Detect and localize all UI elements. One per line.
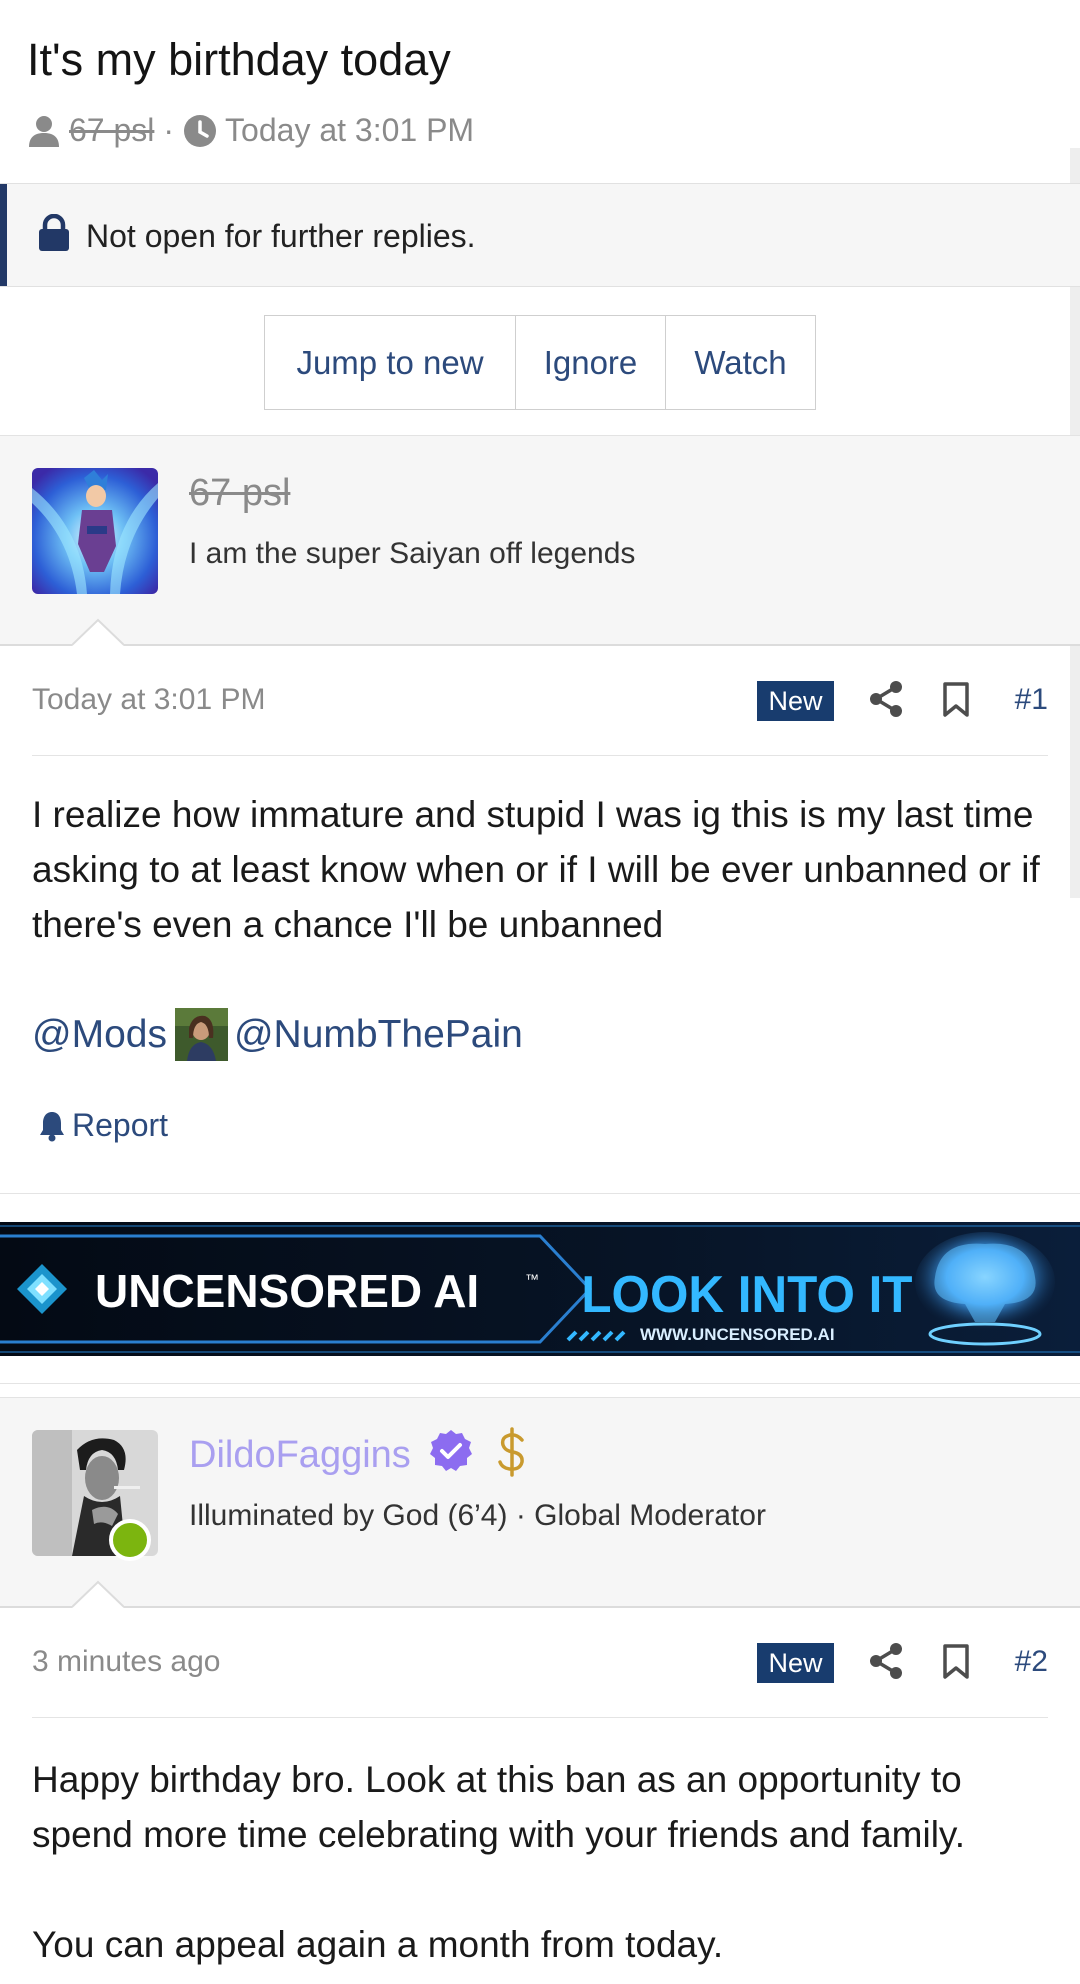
thread-meta: 67 psl · Today at 3:01 PM [27, 112, 474, 149]
report-label: Report [72, 1107, 169, 1143]
post-1-notch [72, 618, 124, 646]
ad-url-text: WWW.UNCENSORED.AI [640, 1325, 835, 1344]
post-2-number[interactable]: #2 [1015, 1645, 1048, 1679]
mention-numbthepain[interactable]: @NumbThePain [234, 1013, 523, 1057]
clock-icon [184, 114, 217, 147]
bookmark-icon[interactable] [942, 1644, 970, 1680]
post-1-username[interactable]: 67 psl [189, 472, 290, 515]
post-1-number[interactable]: #1 [1015, 683, 1048, 717]
post-2-paragraph: You can appeal again a month from today. [32, 1924, 724, 1965]
post-2-user-info: DildoFaggins Illuminated by God (6’4) · … [0, 1397, 1080, 1608]
post-1-user-title: I am the super Saiyan off legends [189, 537, 636, 570]
ad-brand-text: UNCENSORED AI [95, 1265, 479, 1317]
post-1-user-info: 67 psl I am the super Saiyan off legends [0, 435, 1080, 646]
thread-date[interactable]: Today at 3:01 PM [225, 112, 474, 149]
post-2-user-title: Illuminated by God (6’4) · Global Modera… [189, 1499, 766, 1532]
post-2-body: Happy birthday bro. Look at this ban as … [32, 1752, 1042, 1972]
jump-to-new-button[interactable]: Jump to new [265, 316, 516, 409]
report-link[interactable]: Report [38, 1107, 168, 1144]
share-icon[interactable] [868, 1642, 904, 1680]
locked-notice-accent [0, 184, 7, 286]
post-1-paragraph: I realize how immature and stupid I was … [32, 794, 1040, 945]
lock-icon [39, 214, 69, 251]
user-icon [29, 115, 59, 147]
bookmark-icon[interactable] [942, 682, 970, 718]
post-2-meta-divider [32, 1717, 1048, 1718]
thread-action-buttons: Jump to new Ignore Watch [264, 315, 816, 410]
post-1-body: I realize how immature and stupid I was … [32, 787, 1042, 952]
verified-check-icon [430, 1430, 472, 1471]
avatar[interactable] [32, 468, 158, 594]
post-2-date[interactable]: 3 minutes ago [32, 1645, 220, 1679]
ad-banner-art: UNCENSORED AI ™ LOOK INTO IT WWW.UNCENSO… [0, 1222, 1080, 1356]
bell-icon [40, 1111, 64, 1141]
locked-notice: Not open for further replies. [0, 183, 1080, 287]
share-icon[interactable] [868, 680, 904, 718]
ignore-button[interactable]: Ignore [516, 316, 666, 409]
post-1-new-badge: New [757, 681, 834, 721]
thread-title: It's my birthday today [27, 34, 451, 85]
ad-banner[interactable]: UNCENSORED AI ™ LOOK INTO IT WWW.UNCENSO… [0, 1222, 1080, 1356]
dollar-icon [498, 1427, 524, 1477]
locked-notice-text: Not open for further replies. [86, 218, 476, 254]
meta-separator: · [163, 112, 175, 148]
post-1-date[interactable]: Today at 3:01 PM [32, 683, 265, 717]
thread-author[interactable]: 67 psl [69, 112, 154, 149]
post-2-username[interactable]: DildoFaggins [189, 1434, 411, 1477]
avatar-image [32, 468, 158, 594]
post-1-footer-divider [0, 1193, 1080, 1194]
ad-bottom-divider [0, 1383, 1080, 1384]
mention-avatar-image [174, 1008, 228, 1061]
watch-button[interactable]: Watch [666, 316, 815, 409]
mention-avatar[interactable] [174, 1008, 228, 1061]
post-2-meta: 3 minutes ago New #2 [0, 1608, 1080, 1718]
post-1-meta-divider [32, 755, 1048, 756]
ad-trademark: ™ [525, 1271, 539, 1287]
post-2-paragraph: Happy birthday bro. Look at this ban as … [32, 1759, 965, 1855]
mention-mods[interactable]: @Mods [32, 1013, 167, 1057]
post-1-mentions: @Mods @NumbThePain [32, 1008, 523, 1061]
post-2-new-badge: New [757, 1643, 834, 1683]
post-2-notch [72, 1580, 124, 1608]
online-status-dot [109, 1519, 151, 1561]
ad-cta-text: LOOK INTO IT [581, 1265, 912, 1323]
post-1-meta: Today at 3:01 PM New #1 [0, 646, 1080, 756]
